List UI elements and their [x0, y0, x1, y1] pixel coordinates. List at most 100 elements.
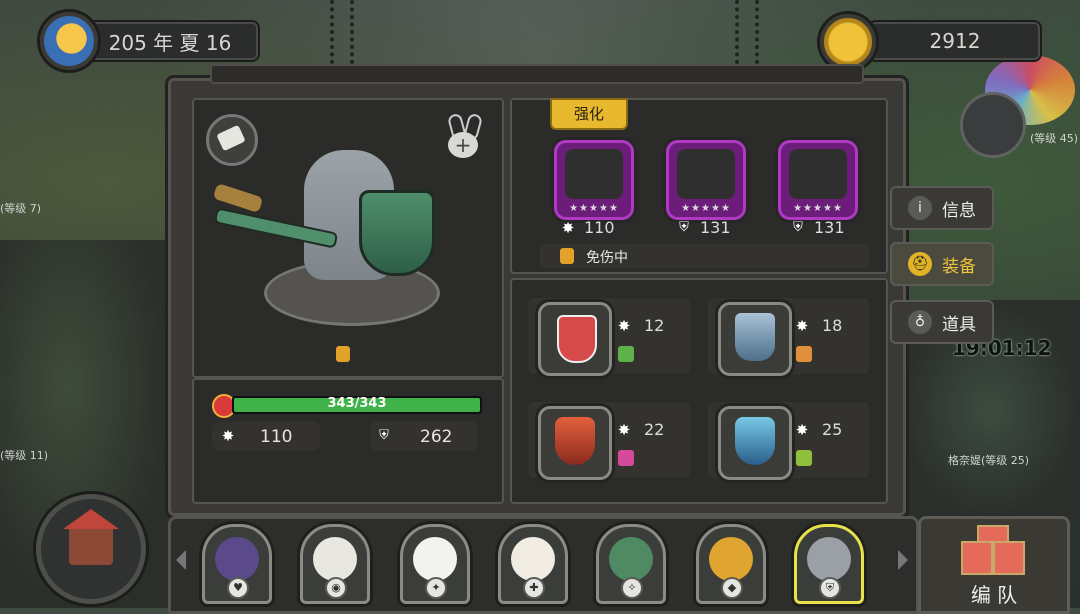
sword-gear-icon — [735, 417, 775, 465]
roster-scroll-right-icon[interactable] — [898, 550, 908, 570]
shield-icon: ⛨ — [379, 428, 389, 443]
shield-slot-value: 12 — [644, 316, 665, 335]
leopard-portrait — [709, 537, 753, 581]
hero-slot-2[interactable]: ◉ — [300, 524, 370, 604]
equipment-stat-1: ✸ 110 — [560, 218, 615, 237]
equipment-image — [565, 149, 623, 199]
sword-slot[interactable] — [718, 406, 792, 480]
stars: ★★★★★ — [569, 203, 619, 214]
crest-slot-stat: ✸ 22 — [616, 420, 665, 439]
hero-slot-3[interactable]: ✦ — [400, 524, 470, 604]
hero-slot-5[interactable]: ✧ — [596, 524, 666, 604]
attack-value: 110 — [260, 427, 293, 447]
home-button[interactable] — [36, 494, 146, 604]
date-display: 205 年 夏 16 — [82, 22, 258, 60]
shield-icon: ⛨ — [793, 219, 803, 235]
crest-slot[interactable] — [538, 406, 612, 480]
tower-icon[interactable] — [960, 92, 1026, 158]
tab-equipment[interactable]: ⛑ 装备 — [890, 242, 994, 286]
hero-role-icon: ✦ — [425, 577, 447, 599]
hero-stats-panel: 343/343 ✸ 110 ⛨ 262 — [192, 378, 504, 504]
status-bar: 免伤中 — [540, 244, 870, 268]
equipment-value-2: 131 — [700, 218, 731, 237]
burst-icon: ✸ — [617, 316, 631, 335]
hero-role-icon: ✚ — [523, 577, 545, 599]
tab-items[interactable]: ♁ 道具 — [890, 300, 994, 344]
equipment-stat-3: ⛨ 131 — [790, 218, 845, 237]
shield-slot[interactable] — [538, 302, 612, 376]
equipment-value-1: 110 — [584, 218, 615, 237]
enhance-tab[interactable]: 强化 — [550, 98, 628, 130]
armor-slot-stat: ✸ 18 — [794, 316, 843, 335]
hero-role-icon: ⛨ — [819, 577, 841, 599]
gold-coin-icon[interactable] — [820, 14, 876, 70]
bg-label-level-11: (等级 11) — [0, 449, 49, 462]
burst-icon: ✸ — [221, 427, 235, 445]
crest-badge-icon — [618, 450, 634, 466]
house-icon — [63, 509, 119, 565]
armor-gear-icon — [735, 313, 775, 361]
status-text: 免伤中 — [586, 250, 628, 266]
elephant-portrait — [807, 537, 851, 581]
shield-icon: ⛨ — [679, 219, 689, 235]
bg-label-gnaiti: 格奈媞(等级 25) — [948, 454, 1030, 467]
tab-info[interactable]: i 信息 — [890, 186, 994, 230]
equipment-image — [677, 149, 735, 199]
team-label: 编 队 — [970, 583, 1018, 607]
crest-slot-value: 22 — [644, 420, 665, 439]
equipment-card-2[interactable]: ★★★★★ — [666, 140, 746, 220]
tab-info-label: 信息 — [942, 200, 976, 221]
date-text: 205 年 夏 16 — [108, 30, 232, 55]
equipment-card-1[interactable]: ★★★★★ — [554, 140, 634, 220]
hero-role-icon: ✧ — [621, 577, 643, 599]
season-moon-icon[interactable] — [40, 12, 98, 70]
tab-items-label: 道具 — [942, 314, 976, 335]
bg-label-level-7: (等级 7) — [0, 202, 42, 215]
equipment-value-3: 131 — [814, 218, 845, 237]
equipment-panel: 强化 ★★★★★ ★★★★★ ★★★★★ ✸ 110 ⛨ 131 ⛨ 131 免… — [510, 98, 888, 274]
equipment-card-3[interactable]: ★★★★★ — [778, 140, 858, 220]
armor-badge-icon — [796, 346, 812, 362]
shield-gear-icon — [557, 315, 597, 363]
defense-value: 262 — [420, 427, 453, 447]
chain-right — [735, 0, 759, 64]
defense-stat: ⛨ 262 — [370, 422, 478, 450]
burst-icon: ✸ — [561, 218, 575, 237]
bg-label-level-45: (等级 45) — [1030, 132, 1079, 145]
hero-slot-4[interactable]: ✚ — [498, 524, 568, 604]
tab-equipment-label: 装备 — [942, 256, 976, 277]
crest-gear-icon — [555, 417, 595, 465]
heal-badge-icon — [618, 346, 634, 362]
pirate-wolf-portrait — [215, 537, 259, 581]
burst-icon: ✸ — [795, 316, 809, 335]
hero-slot-6[interactable]: ◆ — [696, 524, 766, 604]
hero-role-icon: ♥ — [227, 577, 249, 599]
hero-slot-7[interactable]: ⛨ — [794, 524, 864, 604]
rabbit-add-icon[interactable]: + — [444, 112, 486, 160]
shield-slot-stat: ✸ 12 — [616, 316, 665, 335]
crocodile-portrait — [609, 537, 653, 581]
hp-text: 343/343 — [327, 396, 387, 411]
armor-slot-value: 18 — [822, 316, 843, 335]
armor-slot[interactable] — [718, 302, 792, 376]
gold-amount: 2912 — [929, 29, 981, 53]
potion-icon: ♁ — [908, 310, 932, 334]
team-formation-button[interactable]: 编 队 — [918, 516, 1070, 614]
hero-role-icon: ◉ — [325, 577, 347, 599]
roster-scroll-left-icon[interactable] — [176, 550, 186, 570]
helmet-icon: ⛑ — [908, 252, 932, 276]
attack-stat: ✸ 110 — [212, 422, 320, 450]
frame-top-rail — [210, 64, 864, 84]
sword-badge-icon — [796, 450, 812, 466]
equipment-image — [789, 149, 847, 199]
skill-badge-icon[interactable] — [206, 114, 258, 166]
sheep-portrait — [511, 537, 555, 581]
gold-display: 2912 — [870, 22, 1040, 60]
team-icon — [961, 525, 1025, 577]
hero-slot-1[interactable]: ♥ — [202, 524, 272, 604]
gear-panel: ✸ 12 ✸ 18 ✸ 22 ✸ 25 — [510, 278, 888, 504]
stars: ★★★★★ — [793, 203, 843, 214]
status-icon — [560, 248, 574, 264]
sword-slot-stat: ✸ 25 — [794, 420, 843, 439]
hero-role-icon: ◆ — [721, 577, 743, 599]
